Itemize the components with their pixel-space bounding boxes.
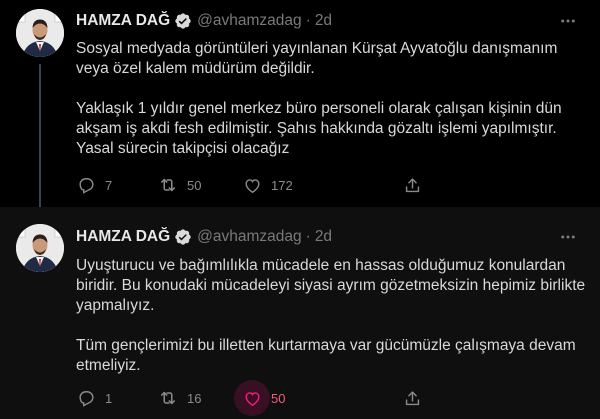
like-button[interactable]: 50 [234, 380, 286, 416]
share-button[interactable] [402, 388, 422, 408]
like-icon [234, 380, 270, 416]
like-icon [242, 175, 262, 195]
retweet-icon [158, 175, 178, 195]
header-separator: · [305, 228, 311, 245]
tweet-paragraph: Sosyal medyada görüntüleri yayınlanan Kü… [76, 40, 558, 77]
more-icon [561, 19, 575, 23]
like-count: 172 [271, 177, 293, 193]
tweet-text: Uyuşturucu ve bağımlılıkla mücadele en h… [76, 256, 588, 376]
more-options-button[interactable] [558, 227, 578, 247]
tweet[interactable]: HAMZA DAĞ @avhamzadag · 2d Sosyal medyad… [0, 0, 600, 205]
retweet-button[interactable]: 50 [158, 175, 201, 195]
share-button[interactable] [402, 175, 422, 195]
retweet-count: 50 [187, 177, 202, 193]
author-handle[interactable]: @avhamzadag [197, 228, 302, 246]
share-icon [402, 388, 422, 408]
author-handle[interactable]: @avhamzadag [197, 12, 302, 30]
like-button[interactable]: 172 [242, 175, 293, 195]
tweet-actions: 1 16 50 [76, 380, 586, 416]
timestamp[interactable]: 2d [315, 12, 332, 30]
tweet-paragraph: Tüm gençlerimizi bu illetten kurtarmaya … [76, 337, 576, 374]
tweet[interactable]: HAMZA DAĞ @avhamzadag · 2d Uyuşturucu ve… [0, 207, 600, 419]
reply-icon [76, 388, 96, 408]
tweet-paragraph: Uyuşturucu ve bağımlılıkla mücadele en h… [76, 257, 586, 314]
tweet-header: HAMZA DAĞ @avhamzadag · 2d [76, 227, 332, 247]
verified-badge-icon [175, 13, 191, 29]
avatar[interactable] [16, 224, 64, 272]
share-icon [402, 175, 422, 195]
reply-button[interactable]: 7 [76, 175, 112, 195]
reply-icon [76, 175, 96, 195]
retweet-button[interactable]: 16 [158, 388, 201, 408]
tweet-actions: 7 50 172 [76, 173, 586, 197]
verified-badge-icon [175, 229, 191, 245]
avatar[interactable] [16, 9, 64, 57]
like-count: 50 [271, 390, 286, 406]
tweet-text: Sosyal medyada görüntüleri yayınlanan Kü… [76, 39, 588, 159]
tweet-paragraph: Yaklaşık 1 yıldır genel merkez büro pers… [76, 100, 562, 157]
reply-button[interactable]: 1 [76, 388, 112, 408]
retweet-icon [158, 388, 178, 408]
more-icon [561, 235, 575, 239]
more-options-button[interactable] [558, 11, 578, 31]
author-name[interactable]: HAMZA DAĞ [76, 228, 170, 246]
header-separator: · [305, 12, 311, 29]
reply-count: 7 [105, 177, 113, 193]
reply-count: 1 [105, 390, 113, 406]
author-name[interactable]: HAMZA DAĞ [76, 12, 170, 30]
timestamp[interactable]: 2d [315, 228, 332, 246]
retweet-count: 16 [187, 390, 202, 406]
tweet-header: HAMZA DAĞ @avhamzadag · 2d [76, 11, 332, 31]
